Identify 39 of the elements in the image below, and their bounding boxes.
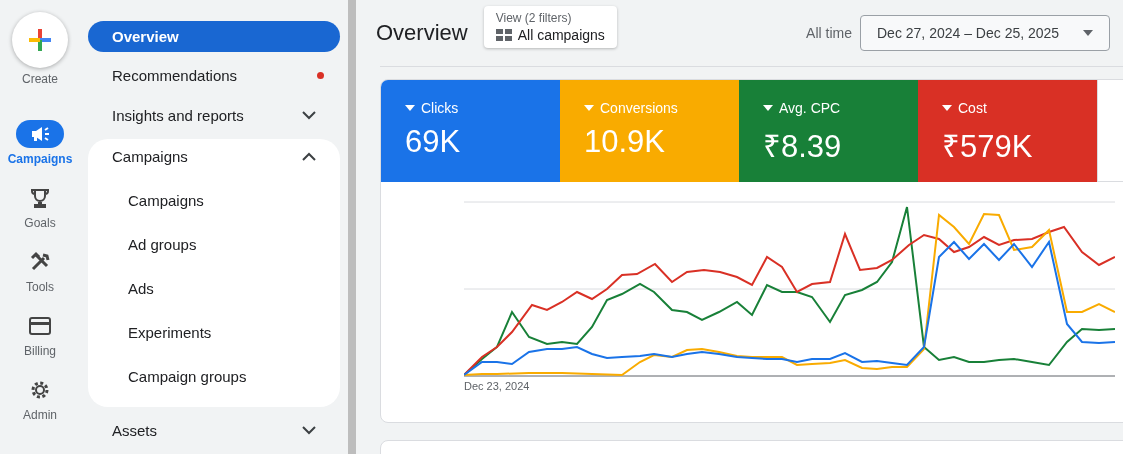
caret-icon	[763, 105, 773, 111]
metric-tile[interactable]: Avg. CPC ₹8.39	[739, 80, 918, 182]
nav-item[interactable]: Experiments	[88, 314, 340, 351]
caret-icon	[1083, 30, 1093, 36]
rail-icon-button[interactable]	[16, 120, 64, 148]
nav-item[interactable]: Recommendations	[88, 60, 340, 92]
scrollbar[interactable]	[348, 0, 356, 454]
caret-icon	[942, 105, 952, 111]
nav-item[interactable]: Campaigns	[88, 182, 340, 219]
nav-item[interactable]: Assets	[88, 414, 340, 446]
date-range-dropdown[interactable]: Dec 27, 2024 – Dec 25, 2025	[860, 15, 1110, 51]
plus-icon	[28, 28, 52, 52]
rail-label[interactable]: Billing	[24, 344, 56, 358]
page-title: Overview	[376, 20, 468, 46]
x-axis-label: Dec 23, 2024	[464, 380, 530, 392]
nav-item[interactable]: Insights and reports	[88, 99, 340, 131]
metric-tile[interactable]: Clicks 69K	[381, 80, 560, 182]
tools-icon	[29, 251, 51, 273]
grid-icon	[495, 29, 512, 41]
rail-label[interactable]: Goals	[24, 216, 56, 230]
rail-label[interactable]: Campaigns	[7, 152, 73, 166]
create-button[interactable]	[12, 12, 68, 68]
nav-item[interactable]: Campaigns	[88, 138, 340, 175]
nav-item[interactable]: Ad groups	[88, 226, 340, 263]
caret-icon	[584, 105, 594, 111]
range-label: All time	[806, 25, 852, 41]
metric-tile[interactable]: Cost ₹579K	[918, 80, 1097, 182]
card-icon	[29, 317, 51, 335]
trophy-icon	[29, 187, 51, 209]
create-label: Create	[22, 72, 58, 86]
caret-icon	[405, 105, 415, 111]
settings-icon	[29, 379, 51, 401]
nav-item[interactable]: Ads	[88, 270, 340, 307]
rail-label[interactable]: Tools	[26, 280, 54, 294]
view-filter-button[interactable]: View (2 filters) All campaigns	[483, 6, 617, 48]
rail-label[interactable]: Admin	[23, 408, 57, 422]
nav-item[interactable]: Campaign groups	[88, 358, 340, 395]
megaphone-icon	[30, 125, 50, 143]
nav-item[interactable]: Overview	[88, 21, 340, 53]
